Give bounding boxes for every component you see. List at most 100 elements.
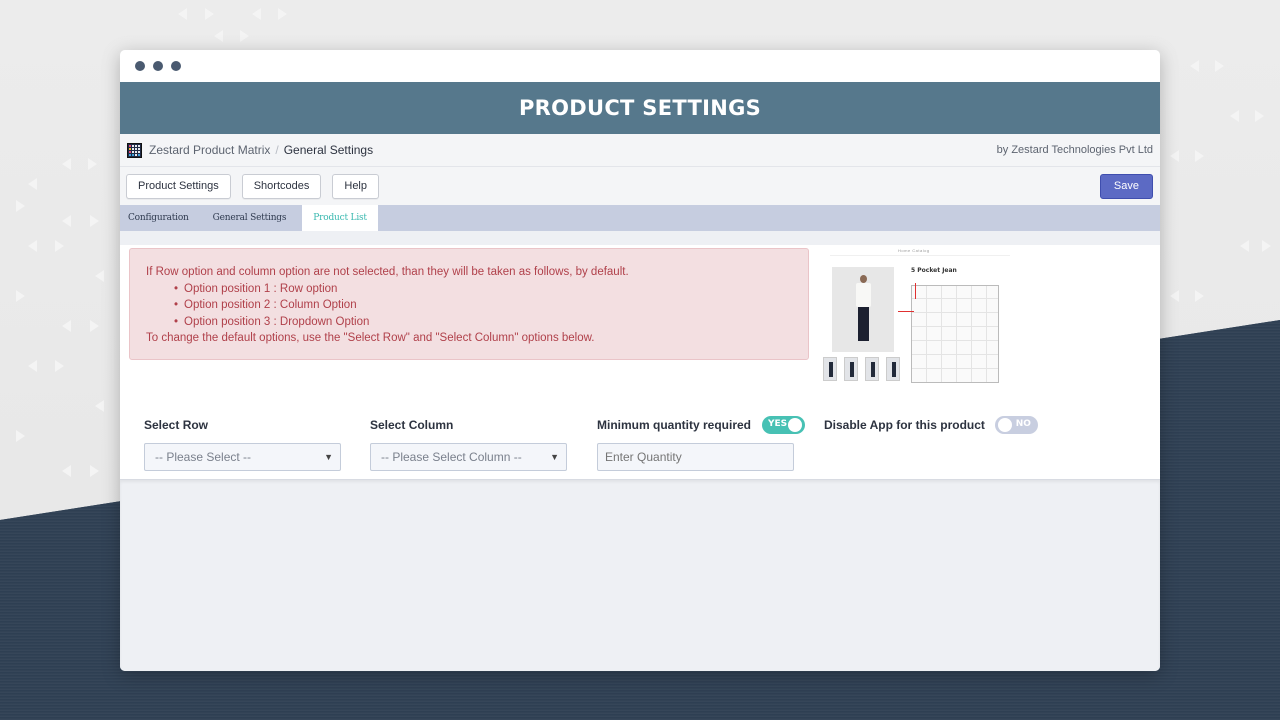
content-spacer xyxy=(120,231,1160,245)
preview-product-title: 5 Pocket Jean xyxy=(911,267,957,274)
alert-list-item: Option position 3 : Dropdown Option xyxy=(174,314,808,331)
preview-nav: Home Catalog xyxy=(898,248,930,253)
decor-triangle xyxy=(88,158,97,170)
min-quantity-label: Minimum quantity required xyxy=(597,418,752,432)
select-row-dropdown[interactable]: -- Please Select -- ▼ xyxy=(144,443,341,471)
decor-triangle xyxy=(16,430,25,442)
product-list-panel: If Row option and column option are not … xyxy=(120,245,1160,479)
decor-triangle xyxy=(90,320,99,332)
preview-thumbnails xyxy=(823,357,900,381)
decor-triangle xyxy=(1190,60,1199,72)
chevron-down-icon: ▼ xyxy=(550,452,559,462)
decor-triangle xyxy=(62,320,71,332)
window-control-dot[interactable] xyxy=(135,61,145,71)
decor-triangle xyxy=(28,360,37,372)
decor-triangle xyxy=(90,465,99,477)
select-column-label: Select Column xyxy=(370,418,454,432)
decor-triangle xyxy=(28,178,37,190)
select-row-label: Select Row xyxy=(144,418,209,432)
app-window: PRODUCT SETTINGS Zestard Product Matrix … xyxy=(120,50,1160,671)
toggle-knob xyxy=(788,418,803,432)
decor-triangle xyxy=(1170,150,1179,162)
toggle-knob xyxy=(997,418,1012,432)
tab-product-list[interactable]: Product List xyxy=(302,205,378,231)
alert-list-item: Option position 1 : Row option xyxy=(174,281,808,298)
decor-triangle xyxy=(214,30,223,42)
decor-triangle xyxy=(252,8,261,20)
preview-thumbnail xyxy=(886,357,900,381)
disable-app-label: Disable App for this product xyxy=(824,418,985,432)
grid-matrix-icon xyxy=(127,142,142,158)
decor-triangle xyxy=(16,290,25,302)
decor-triangle xyxy=(55,240,64,252)
vendor-byline: by Zestard Technologies Pvt Ltd xyxy=(996,144,1153,156)
preview-arrow-icon xyxy=(915,283,916,299)
decor-triangle xyxy=(1240,240,1249,252)
alert-list: Option position 1 : Row option Option po… xyxy=(174,281,808,331)
breadcrumb-bar: Zestard Product Matrix / General Setting… xyxy=(120,134,1160,167)
decor-triangle xyxy=(62,158,71,170)
decor-triangle xyxy=(1215,60,1224,72)
decor-triangle xyxy=(240,30,249,42)
quantity-input[interactable] xyxy=(597,443,794,471)
decor-triangle xyxy=(1230,110,1239,122)
alert-list-item: Option position 2 : Column Option xyxy=(174,297,808,314)
breadcrumb: Zestard Product Matrix / General Setting… xyxy=(127,142,374,158)
decor-triangle xyxy=(1195,150,1204,162)
breadcrumb-current: General Settings xyxy=(283,143,374,157)
decor-triangle xyxy=(62,215,71,227)
decor-triangle xyxy=(62,465,71,477)
decor-triangle xyxy=(28,240,37,252)
tab-general-settings[interactable]: General Settings xyxy=(205,205,295,231)
preview-main-photo xyxy=(832,267,894,352)
save-button[interactable]: Save xyxy=(1099,173,1153,199)
select-column-value: -- Please Select Column -- xyxy=(381,450,522,464)
preview-matrix-table xyxy=(911,285,999,383)
disable-app-field: Disable App for this product NO xyxy=(824,415,1038,435)
tab-configuration[interactable]: Configuration xyxy=(120,205,197,231)
breadcrumb-app-link[interactable]: Zestard Product Matrix xyxy=(149,143,270,157)
empty-content-area xyxy=(120,479,1160,671)
alert-outro: To change the default options, use the "… xyxy=(146,332,595,344)
select-column-field: Select Column -- Please Select Column --… xyxy=(370,415,567,471)
tab-bar: Configuration General Settings Product L… xyxy=(120,205,1160,231)
decor-triangle xyxy=(95,270,104,282)
min-quantity-toggle[interactable]: YES xyxy=(762,416,806,434)
select-row-field: Select Row -- Please Select -- ▼ xyxy=(144,415,341,471)
window-control-dot[interactable] xyxy=(153,61,163,71)
shortcodes-button[interactable]: Shortcodes xyxy=(241,173,322,199)
decor-triangle xyxy=(95,400,104,412)
decor-triangle xyxy=(1262,240,1271,252)
decor-triangle xyxy=(205,8,214,20)
preview-thumbnail xyxy=(823,357,837,381)
help-button[interactable]: Help xyxy=(332,173,379,199)
preview-arrow-icon xyxy=(898,311,914,312)
decor-triangle xyxy=(278,8,287,20)
preview-thumbnail xyxy=(865,357,879,381)
product-settings-button[interactable]: Product Settings xyxy=(126,173,231,199)
breadcrumb-separator: / xyxy=(275,143,279,157)
decor-triangle xyxy=(1170,290,1179,302)
chevron-down-icon: ▼ xyxy=(324,452,333,462)
decor-triangle xyxy=(1195,290,1204,302)
decor-triangle xyxy=(178,8,187,20)
toggle-state-label: NO xyxy=(1015,419,1031,429)
alert-intro: If Row option and column option are not … xyxy=(146,266,629,278)
decor-triangle xyxy=(16,200,25,212)
page-title: PRODUCT SETTINGS xyxy=(518,96,762,120)
page-hero: PRODUCT SETTINGS xyxy=(120,82,1160,134)
window-control-dot[interactable] xyxy=(171,61,181,71)
window-titlebar xyxy=(120,50,1160,82)
toggle-state-label: YES xyxy=(768,419,788,429)
default-options-alert: If Row option and column option are not … xyxy=(129,248,809,360)
decor-triangle xyxy=(1255,110,1264,122)
min-quantity-field: Minimum quantity required YES xyxy=(597,415,806,471)
disable-app-toggle[interactable]: NO xyxy=(994,416,1038,434)
preview-thumbnail xyxy=(844,357,858,381)
toolbar: Product Settings Shortcodes Help Save xyxy=(120,167,1160,205)
select-row-value: -- Please Select -- xyxy=(155,450,252,464)
decor-triangle xyxy=(55,360,64,372)
decor-triangle xyxy=(90,215,99,227)
select-column-dropdown[interactable]: -- Please Select Column -- ▼ xyxy=(370,443,567,471)
product-preview-image: Home Catalog 5 Pocket Jean xyxy=(820,245,1020,385)
